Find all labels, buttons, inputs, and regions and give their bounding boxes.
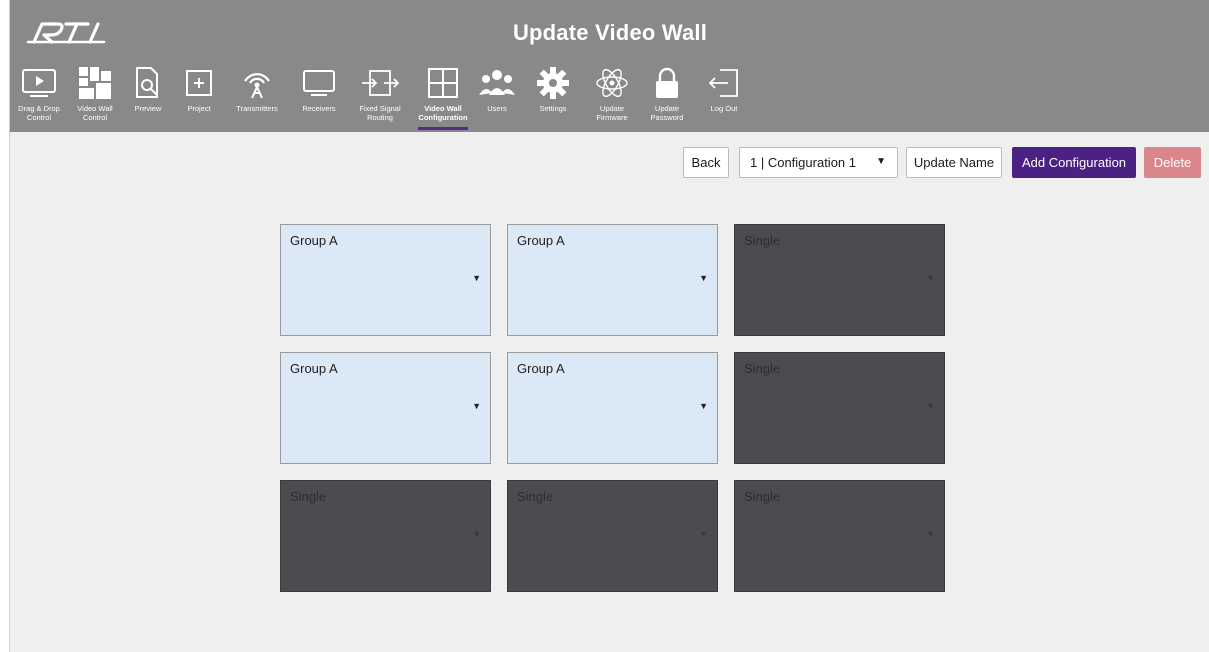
page-title: Update Video Wall xyxy=(512,20,708,45)
wall-cell[interactable]: Group A ▼ xyxy=(507,224,718,336)
nav-label: Update Firmware xyxy=(596,104,628,122)
chevron-down-icon[interactable]: ▼ xyxy=(699,529,708,539)
nav-item-receivers[interactable]: Receivers xyxy=(290,60,348,132)
chevron-down-icon[interactable]: ▼ xyxy=(472,529,481,539)
nav-item-video-wall-configuration[interactable]: Video Wall Configuration xyxy=(412,60,474,132)
nav-item-video-wall-control[interactable]: Video Wall Control xyxy=(68,60,122,132)
monitor-icon xyxy=(290,62,348,104)
nav-item-fixed-signal-routing[interactable]: Fixed Signal Routing xyxy=(348,60,412,132)
wall-cell[interactable]: Single ▼ xyxy=(734,224,945,336)
wall-cell[interactable]: Single ▼ xyxy=(734,480,945,592)
add-configuration-button[interactable]: Add Configuration xyxy=(1012,147,1136,178)
users-icon xyxy=(474,62,520,104)
nav-label: Settings xyxy=(539,104,567,113)
wall-cell[interactable]: Group A ▼ xyxy=(507,352,718,464)
logout-icon xyxy=(696,62,752,104)
nav-label: Preview xyxy=(134,104,162,113)
nav-label: Project xyxy=(187,104,211,113)
chevron-down-icon[interactable]: ▼ xyxy=(926,273,935,283)
wall-cell[interactable]: Group A ▼ xyxy=(280,352,491,464)
nav-item-settings[interactable]: Settings xyxy=(520,60,586,132)
wall-cell[interactable]: Group A ▼ xyxy=(280,224,491,336)
nav-label: Log Out xyxy=(710,104,738,113)
lock-icon xyxy=(638,62,696,104)
header-bar: Update Video Wall Drag & Drop Control Vi… xyxy=(10,0,1209,132)
atom-icon xyxy=(586,62,638,104)
wall-cell[interactable]: Single ▼ xyxy=(507,480,718,592)
nav-item-log-out[interactable]: Log Out xyxy=(696,60,752,132)
antenna-icon xyxy=(224,62,290,104)
nav-label: Drag & Drop Control xyxy=(18,104,60,122)
app-frame: Update Video Wall Drag & Drop Control Vi… xyxy=(9,0,1209,652)
grid-four-icon xyxy=(412,62,474,104)
cell-group-label: Single xyxy=(744,233,781,248)
wall-cell[interactable]: Single ▼ xyxy=(280,480,491,592)
cell-group-label: Group A xyxy=(517,233,565,248)
cell-group-label: Group A xyxy=(517,361,565,376)
document-magnifier-icon xyxy=(122,62,174,104)
nav-item-transmitters[interactable]: Transmitters xyxy=(224,60,290,132)
main-nav: Drag & Drop Control Video Wall Control P… xyxy=(10,60,1209,132)
configuration-select-value: 1 | Configuration 1 xyxy=(750,155,856,170)
nav-label: Transmitters xyxy=(236,104,278,113)
cell-group-label: Single xyxy=(290,489,327,504)
nav-item-preview[interactable]: Preview xyxy=(122,60,174,132)
chevron-down-icon[interactable]: ▼ xyxy=(699,273,708,283)
wall-cell[interactable]: Single ▼ xyxy=(734,352,945,464)
chevron-down-icon[interactable]: ▼ xyxy=(926,401,935,411)
play-monitor-icon xyxy=(10,62,68,104)
nav-label: Video Wall Control xyxy=(77,104,113,122)
nav-item-users[interactable]: Users xyxy=(474,60,520,132)
nav-item-update-password[interactable]: Update Password xyxy=(638,60,696,132)
nav-label: Update Password xyxy=(650,104,684,122)
gear-icon xyxy=(520,62,586,104)
nav-item-project[interactable]: Project xyxy=(174,60,224,132)
chevron-down-icon[interactable]: ▼ xyxy=(926,529,935,539)
update-name-button[interactable]: Update Name xyxy=(906,147,1002,178)
nav-item-update-firmware[interactable]: Update Firmware xyxy=(586,60,638,132)
cell-group-label: Group A xyxy=(290,361,338,376)
cell-group-label: Single xyxy=(744,361,781,376)
chevron-down-icon[interactable]: ▼ xyxy=(699,401,708,411)
nav-label: Video Wall Configuration xyxy=(418,104,468,122)
back-button[interactable]: Back xyxy=(683,147,729,178)
signal-routing-icon xyxy=(348,62,412,104)
plus-square-icon xyxy=(174,62,224,104)
nav-item-drag-drop-control[interactable]: Drag & Drop Control xyxy=(10,60,68,132)
delete-button[interactable]: Delete xyxy=(1144,147,1201,178)
cell-group-label: Group A xyxy=(290,233,338,248)
cell-group-label: Single xyxy=(744,489,781,504)
cell-group-label: Single xyxy=(517,489,554,504)
chevron-down-icon: ▼ xyxy=(876,156,886,167)
video-wall-tiles-icon xyxy=(68,62,122,104)
nav-label: Fixed Signal Routing xyxy=(359,104,401,122)
nav-label: Receivers xyxy=(302,104,336,113)
active-tab-indicator xyxy=(418,127,468,130)
nav-label: Users xyxy=(487,104,507,113)
chevron-down-icon[interactable]: ▼ xyxy=(472,273,481,283)
configuration-select[interactable]: 1 | Configuration 1 ▼ xyxy=(739,147,898,178)
chevron-down-icon[interactable]: ▼ xyxy=(472,401,481,411)
